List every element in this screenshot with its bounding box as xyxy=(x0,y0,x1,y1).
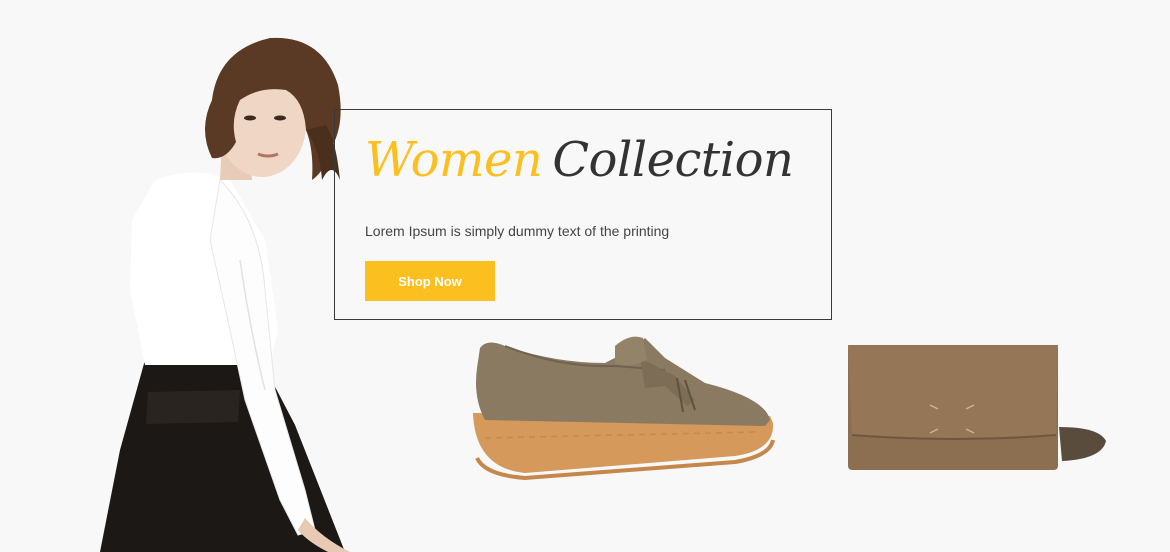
loafer-shoe-image xyxy=(473,336,775,481)
headline-accent-word: Women xyxy=(365,132,543,188)
model-photo xyxy=(100,37,350,552)
hero-banner: Women Collection Lorem Ipsum is simply du… xyxy=(0,0,1170,552)
shop-now-button[interactable]: Shop Now xyxy=(365,261,495,301)
headline-main-word: Collection xyxy=(552,132,794,188)
promo-headline: Women Collection xyxy=(365,136,794,184)
promo-subtitle: Lorem Ipsum is simply dummy text of the … xyxy=(365,223,670,239)
promo-box: Women Collection Lorem Ipsum is simply du… xyxy=(334,109,832,320)
suede-bag-image xyxy=(848,345,1106,470)
